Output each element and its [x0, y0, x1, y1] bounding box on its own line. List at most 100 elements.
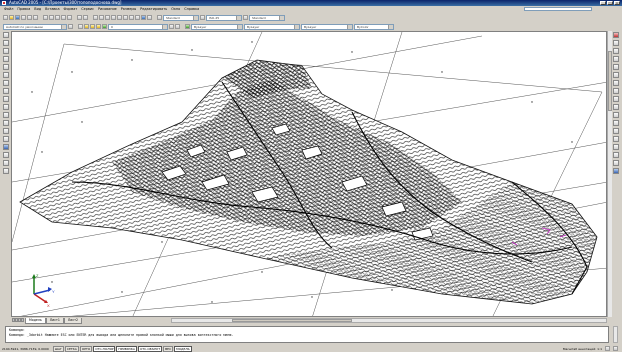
stretch-icon[interactable] [613, 96, 619, 102]
mirror-icon[interactable] [613, 48, 619, 54]
point-icon[interactable] [3, 136, 9, 142]
erase-icon[interactable] [613, 32, 619, 38]
model-toggle[interactable]: МОДЕЛЬ [174, 345, 192, 352]
undo-icon[interactable] [77, 15, 82, 20]
layer-thaw-icon[interactable] [90, 24, 95, 29]
autocad-app-icon[interactable] [2, 1, 6, 5]
polar-toggle[interactable]: ОТС-ПОЛЯР [93, 345, 116, 352]
hatch-icon[interactable] [3, 144, 9, 150]
menu-help[interactable]: Справка [184, 6, 199, 12]
close-button[interactable]: × [614, 1, 620, 5]
horizontal-scroll-thumb[interactable] [232, 319, 352, 322]
zoom-window-icon[interactable] [105, 15, 110, 20]
trim-icon[interactable] [613, 104, 619, 110]
layer-unlock-icon[interactable] [96, 24, 101, 29]
move-icon[interactable] [613, 72, 619, 78]
command-line-scrollbar[interactable] [613, 326, 618, 343]
maximize-button[interactable]: □ [607, 1, 613, 5]
tool-palettes-icon[interactable] [129, 15, 134, 20]
menu-modify[interactable]: Редактировать [140, 6, 167, 12]
match-properties-icon[interactable] [61, 15, 66, 20]
minimize-button[interactable]: _ [600, 1, 606, 5]
fillet-icon[interactable] [613, 152, 619, 158]
otrack-toggle[interactable]: ОТС-ОБЪЕКТ [137, 345, 163, 352]
help-search-input[interactable] [524, 7, 592, 11]
layer-select[interactable]: 0 [108, 23, 168, 30]
menu-file[interactable]: Файл [4, 6, 13, 12]
ellipse-icon[interactable] [3, 104, 9, 110]
multiline-text-icon[interactable] [3, 168, 9, 174]
menu-draw[interactable]: Рисование [98, 6, 117, 12]
polygon-icon[interactable] [3, 56, 9, 62]
design-center-icon[interactable] [123, 15, 128, 20]
plot-style-select[interactable]: ByColor [354, 23, 394, 30]
menu-dimension[interactable]: Размеры [121, 6, 136, 12]
copy-icon[interactable] [49, 15, 54, 20]
print-icon[interactable] [21, 15, 26, 20]
pan-icon[interactable] [93, 15, 98, 20]
menu-tools[interactable]: Сервис [81, 6, 94, 12]
make-block-icon[interactable] [3, 128, 9, 134]
snap-toggle[interactable]: ШАГ [52, 345, 64, 352]
spline-icon[interactable] [3, 96, 9, 102]
construction-line-icon[interactable] [3, 40, 9, 46]
cut-icon[interactable] [43, 15, 48, 20]
save-icon[interactable] [15, 15, 20, 20]
make-current-layer-icon[interactable] [169, 24, 174, 29]
named-view-select[interactable]: Standard [249, 14, 285, 21]
menu-window[interactable]: Окно [171, 6, 180, 12]
chamfer-icon[interactable] [613, 144, 619, 150]
menu-insert[interactable]: Вставка [45, 6, 59, 12]
layer-on-icon[interactable] [84, 24, 89, 29]
revision-cloud-icon[interactable] [3, 88, 9, 94]
rectangle-icon[interactable] [3, 64, 9, 70]
lineweight-select[interactable]: ByLayer [301, 23, 353, 30]
layer-previous-icon[interactable] [175, 24, 180, 29]
line-icon[interactable] [3, 32, 9, 38]
paste-icon[interactable] [55, 15, 60, 20]
block-editor-icon[interactable] [67, 15, 72, 20]
circle-icon[interactable] [3, 80, 9, 86]
open-icon[interactable] [9, 15, 14, 20]
arc-icon[interactable] [3, 72, 9, 78]
ellipse-arc-icon[interactable] [3, 112, 9, 118]
region-icon[interactable] [3, 152, 9, 158]
tab-layout2[interactable]: Лист2 [63, 317, 82, 324]
lineweight-toggle[interactable]: ВЕС [163, 345, 174, 352]
cursor-coordinates[interactable]: 2194.5941, 3986.7139, 0.0000 [2, 347, 49, 351]
copy-object-icon[interactable] [613, 40, 619, 46]
break-at-point-icon[interactable] [613, 120, 619, 126]
drawing-area[interactable]: Z X Y [11, 31, 607, 317]
offset-icon[interactable] [613, 56, 619, 62]
workspace-select[interactable]: AutoCAD по умолчанию [3, 23, 67, 30]
redo-icon[interactable] [83, 15, 88, 20]
tray-settings-icon[interactable] [613, 346, 618, 351]
publish-icon[interactable] [33, 15, 38, 20]
annotation-scale[interactable]: Масштаб аннотаций: 1:1 [563, 347, 602, 351]
menu-format[interactable]: Формат [64, 6, 78, 12]
tab-model[interactable]: Модель [25, 317, 46, 324]
dim-style-select[interactable]: ISO-25 [206, 14, 242, 21]
last-tab-arrow-icon[interactable] [21, 318, 24, 322]
tab-layout1[interactable]: Лист1 [45, 317, 64, 324]
insert-block-icon[interactable] [3, 120, 9, 126]
vertical-scrollbar[interactable] [607, 31, 612, 317]
zoom-previous-icon[interactable] [111, 15, 116, 20]
extend-icon[interactable] [613, 112, 619, 118]
join-icon[interactable] [613, 136, 619, 142]
horizontal-scrollbar[interactable] [171, 318, 607, 323]
grid-toggle[interactable]: СЕТКА [64, 345, 79, 352]
sheet-set-icon[interactable] [135, 15, 140, 20]
properties-icon[interactable] [117, 15, 122, 20]
ortho-toggle[interactable]: ОРТО [79, 345, 93, 352]
preview-icon[interactable] [27, 15, 32, 20]
workspace-settings-icon[interactable] [68, 24, 73, 29]
text-style-select[interactable]: Standard [163, 14, 199, 21]
menu-edit[interactable]: Правка [17, 6, 30, 12]
menu-view[interactable]: Вид [34, 6, 41, 12]
polyline-icon[interactable] [3, 48, 9, 54]
osnap-toggle[interactable]: ПРИВЯЗКА [116, 345, 137, 352]
calculator-icon[interactable] [147, 15, 152, 20]
table-icon[interactable] [3, 160, 9, 166]
linetype-select[interactable]: ByLayer [244, 23, 300, 30]
